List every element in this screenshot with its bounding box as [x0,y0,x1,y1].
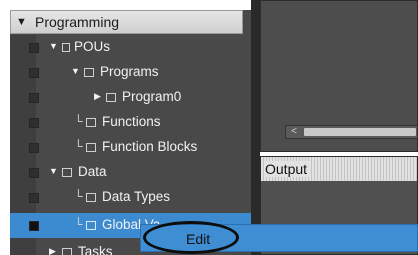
row-checkbox[interactable] [29,221,39,231]
row-checkbox[interactable] [29,93,39,103]
program-icon [84,68,94,77]
data-icon [62,168,72,177]
tree-item-pous[interactable]: ▼ POUs [10,35,251,60]
tree-item-label: Program0 [122,89,182,104]
row-checkbox[interactable] [29,118,39,128]
collapse-arrow-icon[interactable]: ▼ [71,66,80,76]
expand-arrow-icon[interactable]: ▶ [49,246,56,255]
tree-item-data[interactable]: ▼ Data [10,160,251,185]
tree-item-programs[interactable]: ▼ Programs [10,60,251,85]
scroll-left-icon[interactable]: < [288,126,300,138]
app-window: ▼ Programming ▼ POUs ▼ Programs ▶ Progra… [0,0,418,255]
tree-item-label: Data Types [102,189,171,204]
tree-line-icon: └ [74,114,83,128]
row-checkbox[interactable] [29,68,39,78]
tree-line-icon: └ [74,217,83,231]
tree-item-label: Data [78,164,107,179]
data-icon [86,221,96,230]
row-checkbox[interactable] [29,43,39,53]
data-icon [86,193,96,202]
expand-arrow-icon[interactable]: ▶ [94,91,101,102]
collapse-arrow-icon[interactable]: ▼ [49,166,58,176]
tree-item-program0[interactable]: ▶ Program0 [10,85,251,110]
row-checkbox[interactable] [29,193,39,203]
horizontal-scrollbar[interactable]: < [285,125,418,139]
tree-line-icon: └ [74,189,83,203]
tree-item-functions[interactable]: └ Functions [10,110,251,135]
tree-item-label: Programs [100,64,159,79]
function-icon [86,118,96,127]
row-checkbox[interactable] [29,168,39,178]
panel-divider[interactable] [251,0,260,255]
tree-item-data-types[interactable]: └ Data Types [10,185,251,210]
folder-icon [62,43,70,52]
tree-item-label: POUs [74,39,111,54]
row-checkbox[interactable] [29,143,39,153]
output-panel-header[interactable]: Output [261,157,417,181]
task-icon [62,248,72,255]
tree-item-label: Functions [102,114,161,129]
tree-item-label: Tasks [78,244,113,255]
function-icon [86,143,96,152]
tree-item-label: Function Blocks [102,139,198,154]
highlight-circle [143,221,239,254]
tree-item-function-blocks[interactable]: └ Function Blocks [10,135,251,160]
programming-title: Programming [35,14,120,30]
output-title: Output [265,161,312,177]
collapse-arrow-icon[interactable]: ▼ [49,41,58,51]
scrollbar-thumb[interactable] [304,128,416,136]
multiview-explorer: ▼ Programming ▼ POUs ▼ Programs ▶ Progra… [10,10,251,255]
tree-line-icon: └ [74,139,83,153]
collapse-arrow-icon[interactable]: ▼ [16,16,27,28]
program-icon [106,93,116,102]
programming-section-header[interactable]: ▼ Programming [10,10,243,34]
